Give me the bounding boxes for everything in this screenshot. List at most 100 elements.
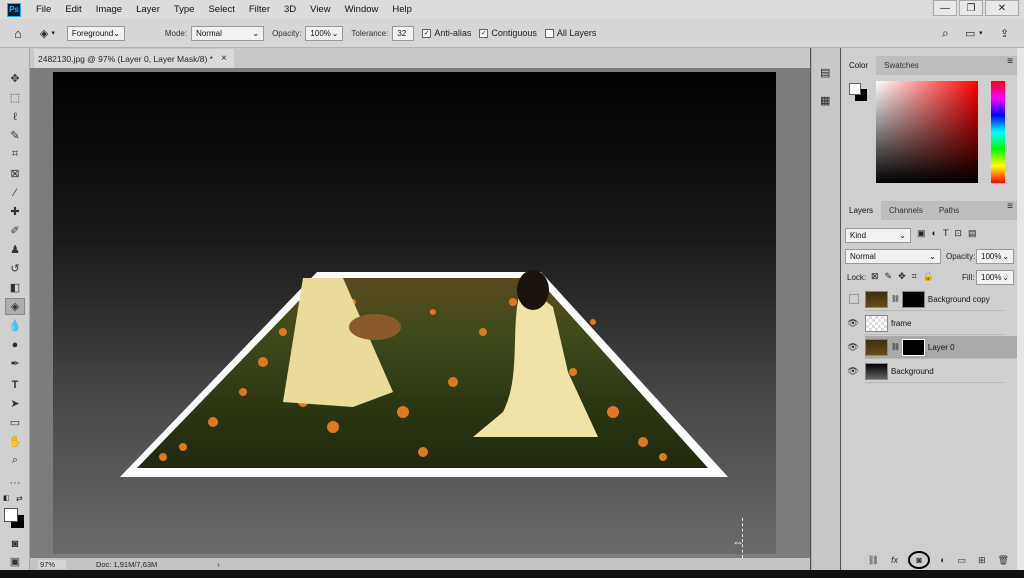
color-field-picker[interactable] xyxy=(876,81,978,183)
menu-image[interactable]: Image xyxy=(89,4,129,15)
close-window-button[interactable]: ✕ xyxy=(985,0,1019,16)
layer-kind-filter[interactable]: Kind ⌄ xyxy=(845,228,911,243)
stamp-tool-icon[interactable]: ♟ xyxy=(5,241,25,258)
adjustment-layer-icon[interactable]: ◐ xyxy=(940,555,945,565)
trash-icon[interactable]: 🗑 xyxy=(998,555,1009,566)
properties-panel-icon[interactable]: ▦ xyxy=(820,94,830,107)
anti-alias-checkbox[interactable]: ✓ xyxy=(422,28,432,38)
lock-icons[interactable]: ⊠✎✥⌗🔒 xyxy=(871,271,940,282)
contiguous-checkbox[interactable]: ✓ xyxy=(479,28,489,38)
paint-bucket-icon[interactable]: ◈ xyxy=(40,27,48,40)
all-layers-checkbox[interactable] xyxy=(544,28,554,38)
blur-tool-icon[interactable]: 💧 xyxy=(5,317,25,334)
quick-select-tool-icon[interactable]: ✎ xyxy=(5,127,25,144)
color-fg-swatch[interactable] xyxy=(849,83,861,95)
tolerance-input[interactable]: 32 xyxy=(392,25,415,41)
path-select-tool-icon[interactable]: ➤ xyxy=(5,395,25,412)
history-brush-tool-icon[interactable]: ↺ xyxy=(5,260,25,277)
new-layer-icon[interactable]: ⊞ xyxy=(978,555,986,566)
eye-icon[interactable]: 👁 xyxy=(847,318,859,329)
menu-select[interactable]: Select xyxy=(201,4,241,15)
foreground-color-swatch[interactable] xyxy=(4,508,18,522)
screen-mode-icon[interactable]: ▣ xyxy=(5,553,25,570)
hue-slider[interactable] xyxy=(991,81,1005,183)
marquee-tool-icon[interactable]: ⬚ xyxy=(5,89,25,106)
layer-filter-icons[interactable]: ▣◐T⊡▤ xyxy=(917,228,982,239)
restore-button[interactable]: ❐ xyxy=(959,0,983,16)
home-icon[interactable]: ⌂ xyxy=(14,26,22,41)
menu-layer[interactable]: Layer xyxy=(129,4,167,15)
status-menu-arrow[interactable]: › xyxy=(217,560,220,569)
chevron-down-icon[interactable]: ▾ xyxy=(979,29,983,37)
frame-tool-icon[interactable]: ⊠ xyxy=(5,165,25,182)
mode-select[interactable]: Normal ⌄ xyxy=(191,25,265,41)
hand-tool-icon[interactable]: ✋ xyxy=(5,433,25,450)
default-colors-icon[interactable]: ◧ xyxy=(3,494,10,502)
more-tools-icon[interactable]: ··· xyxy=(5,474,25,491)
zoom-level[interactable]: 97% xyxy=(38,559,66,569)
layer-opacity-value: 100% xyxy=(981,252,1002,261)
shape-tool-icon[interactable]: ▭ xyxy=(5,414,25,431)
group-folder-icon[interactable]: ▭ xyxy=(958,555,967,566)
zoom-tool-icon[interactable]: ⌕ xyxy=(5,452,25,469)
layer-opacity-input[interactable]: 100% ⌄ xyxy=(976,249,1014,264)
quick-mask-icon[interactable]: ◙ xyxy=(5,535,25,552)
link-layers-icon[interactable]: ⛓ xyxy=(868,555,879,566)
history-panel-icon[interactable]: ▤ xyxy=(820,66,830,79)
pen-tool-icon[interactable]: ✒ xyxy=(5,355,25,372)
panel-scrollbar[interactable] xyxy=(1017,48,1024,570)
chevron-down-icon[interactable]: ▾ xyxy=(51,29,55,37)
layers-footer: ⛓ fx ◙ ◐ ▭ ⊞ 🗑 xyxy=(841,550,1017,570)
healing-brush-tool-icon[interactable]: ✚ xyxy=(5,203,25,220)
layer-row-selected[interactable]: 👁 ⛓ Layer 0 xyxy=(847,336,1024,359)
layer-row[interactable]: 👁 frame xyxy=(847,312,1005,335)
tab-channels[interactable]: Channels xyxy=(881,201,931,220)
menu-help[interactable]: Help xyxy=(385,4,419,15)
brush-tool-icon[interactable]: ✐ xyxy=(5,222,25,239)
document-tab[interactable]: 2482130.jpg @ 97% (Layer 0, Layer Mask/8… xyxy=(34,49,234,68)
tab-paths[interactable]: Paths xyxy=(931,201,967,220)
close-icon[interactable]: × xyxy=(221,53,227,64)
lasso-tool-icon[interactable]: ℓ xyxy=(5,108,25,125)
menu-type[interactable]: Type xyxy=(167,4,202,15)
girl-hair xyxy=(517,270,549,310)
menu-window[interactable]: Window xyxy=(338,4,386,15)
menu-view[interactable]: View xyxy=(303,4,337,15)
tab-color[interactable]: Color xyxy=(841,56,877,75)
menu-3d[interactable]: 3D xyxy=(277,4,303,15)
share-icon[interactable]: ⇪ xyxy=(1000,27,1009,40)
eye-icon[interactable]: 👁 xyxy=(847,366,859,377)
panel-menu-icon[interactable]: ≡ xyxy=(1007,56,1013,75)
menu-edit[interactable]: Edit xyxy=(58,4,88,15)
layer-mask-thumbnail[interactable] xyxy=(901,338,925,356)
workspace-icon[interactable]: ▭ xyxy=(965,27,975,40)
layer-mask-thumbnail[interactable] xyxy=(901,290,925,308)
fill-source-select[interactable]: Foreground ⌄ xyxy=(66,25,125,41)
dodge-tool-icon[interactable]: ● xyxy=(5,336,25,353)
blend-mode-select[interactable]: Normal ⌄ xyxy=(845,249,941,264)
tab-swatches[interactable]: Swatches xyxy=(876,56,927,75)
opacity-input[interactable]: 100% ⌄ xyxy=(305,25,344,41)
move-tool-icon[interactable]: ✥ xyxy=(5,70,25,87)
minimize-button[interactable]: — xyxy=(933,0,957,16)
panel-icon-strip: ▤ ▦ xyxy=(811,48,840,570)
menu-file[interactable]: File xyxy=(29,4,58,15)
eraser-tool-icon[interactable]: ◧ xyxy=(5,279,25,296)
panel-menu-icon[interactable]: ≡ xyxy=(1007,201,1013,220)
add-mask-icon[interactable]: ◙ xyxy=(908,551,931,569)
layer-row[interactable]: ⛓ Background copy xyxy=(849,288,1005,311)
fill-input[interactable]: 100% ⌄ xyxy=(976,270,1014,285)
type-tool-icon[interactable]: T xyxy=(5,376,25,393)
tab-layers[interactable]: Layers xyxy=(841,201,882,220)
swap-colors-icon[interactable]: ⇄ xyxy=(16,494,23,503)
layer-row[interactable]: 👁 Background xyxy=(847,360,1005,383)
eyedropper-tool-icon[interactable]: ⁄ xyxy=(5,184,25,201)
paint-bucket-tool-icon[interactable]: ◈ xyxy=(5,298,25,315)
visibility-toggle[interactable] xyxy=(849,294,859,304)
fx-icon[interactable]: fx xyxy=(891,555,898,565)
perspective-photo[interactable] xyxy=(53,72,776,554)
menu-filter[interactable]: Filter xyxy=(242,4,277,15)
eye-icon[interactable]: 👁 xyxy=(847,342,859,353)
search-icon[interactable]: ⌕ xyxy=(942,26,949,41)
crop-tool-icon[interactable]: ⌗ xyxy=(5,146,25,163)
